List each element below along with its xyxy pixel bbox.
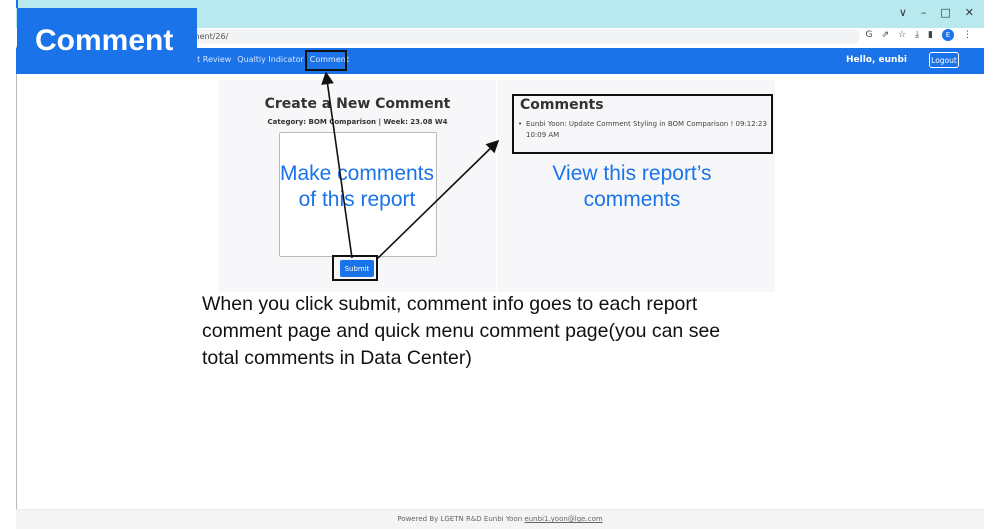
google-icon[interactable]: G: [865, 30, 872, 40]
comment-text: Eunbi Yoon: Update Comment Styling in BO…: [526, 120, 767, 139]
chevron-down-icon[interactable]: ∨: [899, 6, 907, 19]
profile-avatar[interactable]: E: [942, 29, 954, 41]
address-bar[interactable]: mment/26/: [170, 29, 860, 44]
comment-list-item: • Eunbi Yoon: Update Comment Styling in …: [518, 119, 770, 141]
comment-link-highlight-box: [305, 50, 347, 71]
footer-credit: Powered By LGETN R&D Eunbi Yoon: [397, 515, 523, 523]
annotation-make-comments: Make comments of this report: [262, 161, 452, 213]
more-menu-icon[interactable]: ⋮: [963, 30, 972, 40]
footer-text: Powered By LGETN R&D Eunbi Yoon eunbi1.y…: [16, 515, 984, 523]
create-comment-subtitle: Category: BOM Comparison | Week: 23.08 W…: [267, 118, 448, 126]
annotation-line: comments: [583, 188, 681, 211]
create-comment-title: Create a New Comment: [264, 96, 451, 112]
minimize-icon[interactable]: –: [921, 6, 927, 19]
maximize-icon[interactable]: □: [940, 6, 950, 19]
user-greeting: Hello, eunbi: [846, 55, 907, 65]
bullet-icon: •: [518, 120, 523, 128]
footer-email-link[interactable]: eunbi1.yoon@lge.com: [524, 515, 602, 523]
window-controls: ∨ – □ ✕: [899, 6, 974, 19]
section-badge: Comment: [17, 8, 197, 74]
sidebar-icon[interactable]: ▮: [928, 30, 933, 40]
annotation-line: of this report: [298, 188, 416, 211]
corner-mark: [16, 0, 20, 8]
explanation-note: When you click submit, comment info goes…: [202, 293, 721, 369]
comments-title: Comments: [520, 97, 604, 113]
share-icon[interactable]: ⇗: [881, 30, 889, 40]
logout-button[interactable]: Logout: [929, 52, 959, 68]
annotation-line: Make comments: [279, 162, 435, 185]
nav-link-quality-indicator[interactable]: Qualtiy Indicator: [237, 55, 303, 64]
browser-toolbar-icons: G ⇗ ☆ ⤓ ▮ E ⋮: [865, 29, 972, 41]
download-icon[interactable]: ⤓: [915, 30, 919, 40]
bookmark-star-icon[interactable]: ☆: [898, 30, 906, 40]
submit-highlight-box: [332, 255, 378, 281]
annotation-line: View this report’s: [552, 162, 712, 185]
annotation-view-comments: View this report’s comments: [522, 161, 742, 213]
close-icon[interactable]: ✕: [965, 6, 974, 19]
